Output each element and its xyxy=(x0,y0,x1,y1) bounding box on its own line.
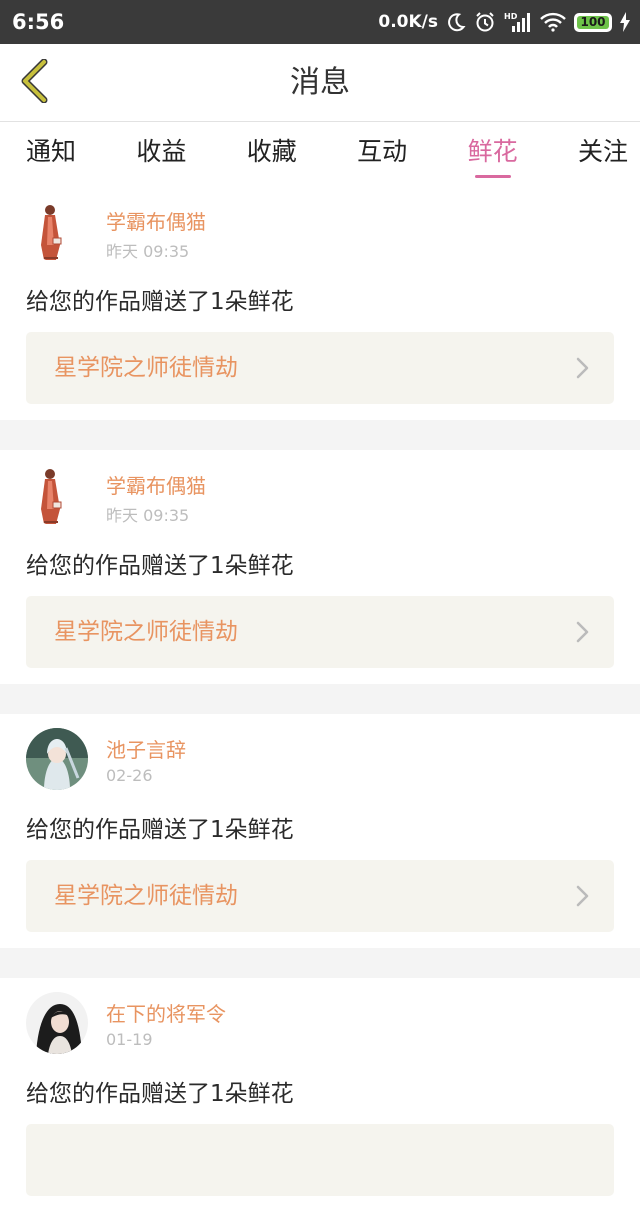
message-card: 池子言辞 02-26 给您的作品赠送了1朵鲜花 星学院之师徒情劫 xyxy=(0,714,640,948)
header: 消息 xyxy=(0,44,640,122)
alarm-icon xyxy=(474,11,496,33)
work-link[interactable]: 星学院之师徒情劫 xyxy=(26,596,614,668)
battery-icon: 100 xyxy=(574,12,612,32)
tab-notifications[interactable]: 通知 xyxy=(26,124,76,180)
message-time: 昨天 09:35 xyxy=(106,506,190,525)
battery-level: 100 xyxy=(580,15,606,29)
work-title: 星学院之师徒情劫 xyxy=(54,619,238,645)
work-title: 星学院之师徒情劫 xyxy=(54,883,238,909)
message-time: 02-26 xyxy=(106,766,153,785)
status-icons: 0.0K/s HD 100 xyxy=(378,11,630,33)
tab-bar: 通知 收益 收藏 互动 鲜花 关注 xyxy=(0,122,640,182)
message-text: 给您的作品赠送了1朵鲜花 xyxy=(26,289,294,315)
tab-interactions[interactable]: 互动 xyxy=(357,124,407,180)
card-divider xyxy=(0,420,640,450)
message-card: 学霸布偶猫 昨天 09:35 给您的作品赠送了1朵鲜花 星学院之师徒情劫 xyxy=(0,186,640,420)
message-text: 给您的作品赠送了1朵鲜花 xyxy=(26,817,294,843)
tab-flowers[interactable]: 鲜花 xyxy=(468,124,518,180)
tab-earnings[interactable]: 收益 xyxy=(136,124,186,180)
user-name[interactable]: 在下的将军令 xyxy=(106,998,226,1027)
anime-girl-avatar[interactable] xyxy=(26,728,88,790)
moon-icon xyxy=(446,12,466,32)
chevron-right-icon xyxy=(576,885,590,907)
message-time: 01-19 xyxy=(106,1030,153,1049)
charging-icon xyxy=(620,12,630,32)
anime-swordsman-avatar[interactable] xyxy=(26,992,88,1054)
wifi-icon xyxy=(540,12,566,32)
user-name[interactable]: 学霸布偶猫 xyxy=(106,206,206,235)
work-link[interactable]: 星学院之师徒情劫 xyxy=(26,332,614,404)
page-title: 消息 xyxy=(290,65,350,100)
message-text: 给您的作品赠送了1朵鲜花 xyxy=(26,1081,294,1107)
network-speed: 0.0K/s xyxy=(378,12,438,32)
message-list: 学霸布偶猫 昨天 09:35 给您的作品赠送了1朵鲜花 星学院之师徒情劫 学霸布… xyxy=(0,186,640,1212)
status-time: 6:56 xyxy=(12,10,65,34)
svg-text:HD: HD xyxy=(504,12,518,21)
doll-figure-avatar[interactable] xyxy=(26,464,88,526)
card-divider xyxy=(0,948,640,978)
card-divider xyxy=(0,684,640,714)
hd-signal-icon: HD xyxy=(504,11,532,33)
doll-figure-avatar[interactable] xyxy=(26,200,88,262)
chevron-right-icon xyxy=(576,357,590,379)
work-link[interactable]: 星学院之师徒情劫 xyxy=(26,860,614,932)
work-link[interactable] xyxy=(26,1124,614,1196)
message-time: 昨天 09:35 xyxy=(106,242,190,261)
user-name[interactable]: 池子言辞 xyxy=(106,734,186,763)
user-name[interactable]: 学霸布偶猫 xyxy=(106,470,206,499)
message-text: 给您的作品赠送了1朵鲜花 xyxy=(26,553,294,579)
work-title: 星学院之师徒情劫 xyxy=(54,355,238,381)
message-card: 在下的将军令 01-19 给您的作品赠送了1朵鲜花 xyxy=(0,978,640,1212)
tab-favorites[interactable]: 收藏 xyxy=(247,124,297,180)
status-bar: 6:56 0.0K/s HD 100 xyxy=(0,0,640,44)
tab-follows[interactable]: 关注 xyxy=(578,124,628,180)
message-card: 学霸布偶猫 昨天 09:35 给您的作品赠送了1朵鲜花 星学院之师徒情劫 xyxy=(0,450,640,684)
chevron-right-icon xyxy=(576,621,590,643)
